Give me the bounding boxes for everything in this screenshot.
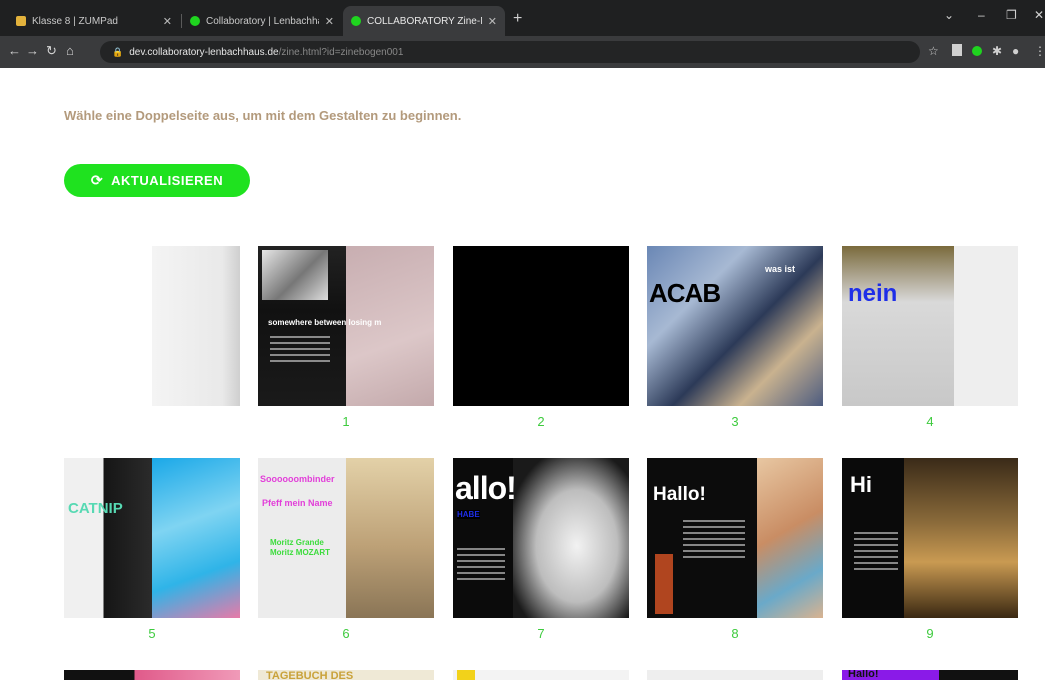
spread-overlay-text: Hallo! bbox=[848, 670, 879, 680]
spread-right-page bbox=[513, 458, 629, 618]
browser-tab-active[interactable]: COLLABORATORY Zine-Modul ✕ bbox=[343, 6, 505, 36]
reload-icon[interactable]: ↻ bbox=[46, 43, 57, 59]
spread-right-page bbox=[152, 246, 240, 406]
menu-icon[interactable]: ⋮ bbox=[1034, 44, 1045, 58]
spread-overlay-text: Hi bbox=[850, 472, 872, 497]
collage-photo bbox=[262, 250, 328, 300]
spread-overlay-text: allo! bbox=[455, 470, 517, 506]
spread-overlay-text: nein bbox=[848, 280, 898, 307]
spread-overlay-text: Moritz Grande Moritz MOZART bbox=[270, 538, 330, 557]
minimize-icon[interactable]: – bbox=[978, 8, 985, 22]
spread-cover[interactable] bbox=[64, 246, 240, 406]
spread-number: 1 bbox=[342, 414, 350, 429]
lock-icon: 🔒 bbox=[112, 46, 124, 57]
text-block bbox=[854, 532, 898, 574]
spread-overlay-text: Hallo! bbox=[653, 484, 706, 505]
spread-number: 5 bbox=[148, 626, 156, 641]
forward-icon[interactable]: → bbox=[26, 43, 39, 58]
spread-overlay-text: Soooooombinder bbox=[260, 474, 335, 484]
text-block bbox=[457, 548, 505, 584]
spread-number: 2 bbox=[537, 414, 545, 429]
collage-image bbox=[655, 554, 673, 614]
extensions-puzzle-icon[interactable]: ✱ bbox=[992, 44, 1002, 58]
url-path: /zine.html?id=zinebogen001 bbox=[278, 46, 404, 58]
tab-label: COLLABORATORY Zine-Modul bbox=[367, 15, 482, 27]
tab-search-icon[interactable]: ⌄ bbox=[944, 8, 954, 22]
close-tab-icon[interactable]: ✕ bbox=[488, 15, 497, 28]
spread-right-page bbox=[152, 458, 240, 618]
close-tab-icon[interactable]: ✕ bbox=[325, 15, 334, 28]
bookmark-star-icon[interactable]: ☆ bbox=[928, 44, 939, 58]
back-icon[interactable]: ← bbox=[8, 43, 21, 58]
spread-number: 6 bbox=[342, 626, 350, 641]
extension-icon[interactable] bbox=[952, 44, 962, 56]
spread-left-page bbox=[64, 246, 152, 406]
spread-overlay-text: somewhere between losing m bbox=[268, 318, 382, 327]
spread-3[interactable]: ACAB was ist bbox=[647, 246, 823, 406]
spread-right-page bbox=[954, 246, 1018, 406]
spread-5[interactable]: CATNIP bbox=[64, 458, 240, 618]
browser-tab-strip: Klasse 8 | ZUMPad ✕ Collaboratory | Lenb… bbox=[0, 0, 1045, 36]
extension-green-icon[interactable] bbox=[972, 46, 982, 56]
spread-9[interactable]: Hi bbox=[842, 458, 1018, 618]
spread-4[interactable]: nein bbox=[842, 246, 1018, 406]
spread-overlay-text: HABE bbox=[457, 510, 480, 519]
spread-right-page bbox=[904, 458, 1018, 618]
profile-icon[interactable]: ● bbox=[1012, 44, 1019, 58]
text-block bbox=[270, 336, 330, 366]
spread-overlay-text: ACAB bbox=[649, 278, 721, 308]
tab-label: Collaboratory | Lenbachhaus Co bbox=[206, 15, 319, 27]
close-window-icon[interactable]: ✕ bbox=[1034, 8, 1044, 22]
spread-number: 7 bbox=[537, 626, 545, 641]
url-host: dev.collaboratory-lenbachhaus.de bbox=[129, 46, 279, 58]
collaboratory-favicon-icon bbox=[351, 16, 361, 26]
spread-number: 3 bbox=[731, 414, 739, 429]
tab-label: Klasse 8 | ZUMPad bbox=[32, 15, 118, 27]
text-block bbox=[683, 520, 745, 562]
close-tab-icon[interactable]: ✕ bbox=[163, 15, 172, 28]
refresh-button-label: AKTUALISIEREN bbox=[111, 173, 224, 188]
spread-6[interactable]: Soooooombinder Pfeff mein Name Moritz Gr… bbox=[258, 458, 434, 618]
spread-right-page bbox=[757, 458, 823, 618]
home-icon[interactable]: ⌂ bbox=[66, 43, 74, 58]
address-bar[interactable]: 🔒 dev.collaboratory-lenbachhaus.de /zine… bbox=[100, 41, 920, 63]
spread-1[interactable]: somewhere between losing m bbox=[258, 246, 434, 406]
spread-overlay-text: TAGEBUCH DES bbox=[266, 670, 354, 680]
spread-number: 9 bbox=[926, 626, 934, 641]
spread-left-page bbox=[64, 458, 152, 618]
spread-11[interactable]: TAGEBUCH DES bbox=[258, 670, 434, 680]
spread-overlay-text: CATNIP bbox=[68, 500, 123, 517]
browser-tab-1[interactable]: Klasse 8 | ZUMPad ✕ bbox=[8, 6, 180, 36]
spread-right-page bbox=[346, 458, 434, 618]
spread-7[interactable]: allo! HABE bbox=[453, 458, 629, 618]
maximize-icon[interactable]: ❐ bbox=[1006, 8, 1017, 22]
collage-shape bbox=[457, 670, 475, 680]
spread-12[interactable] bbox=[453, 670, 629, 680]
spread-number: 4 bbox=[926, 414, 934, 429]
spread-overlay-text: was ist bbox=[765, 264, 796, 274]
collaboratory-favicon-icon bbox=[190, 16, 200, 26]
spread-8[interactable]: Hallo! bbox=[647, 458, 823, 618]
refresh-icon: ⟳ bbox=[90, 172, 104, 188]
instruction-text: Wähle eine Doppelseite aus, um mit dem G… bbox=[64, 108, 462, 123]
browser-tab-2[interactable]: Collaboratory | Lenbachhaus Co ✕ bbox=[182, 6, 342, 36]
spread-2[interactable] bbox=[453, 246, 629, 406]
spread-14[interactable]: Hallo! bbox=[842, 670, 1018, 680]
spread-10[interactable] bbox=[64, 670, 240, 680]
spread-overlay-text: Pfeff mein Name bbox=[262, 498, 333, 508]
zumpad-favicon-icon bbox=[16, 16, 26, 26]
spread-left-page bbox=[842, 246, 954, 406]
refresh-button[interactable]: ⟳ AKTUALISIEREN bbox=[64, 164, 250, 197]
spread-13[interactable] bbox=[647, 670, 823, 680]
new-tab-icon[interactable]: + bbox=[513, 10, 522, 28]
spread-number: 8 bbox=[731, 626, 739, 641]
